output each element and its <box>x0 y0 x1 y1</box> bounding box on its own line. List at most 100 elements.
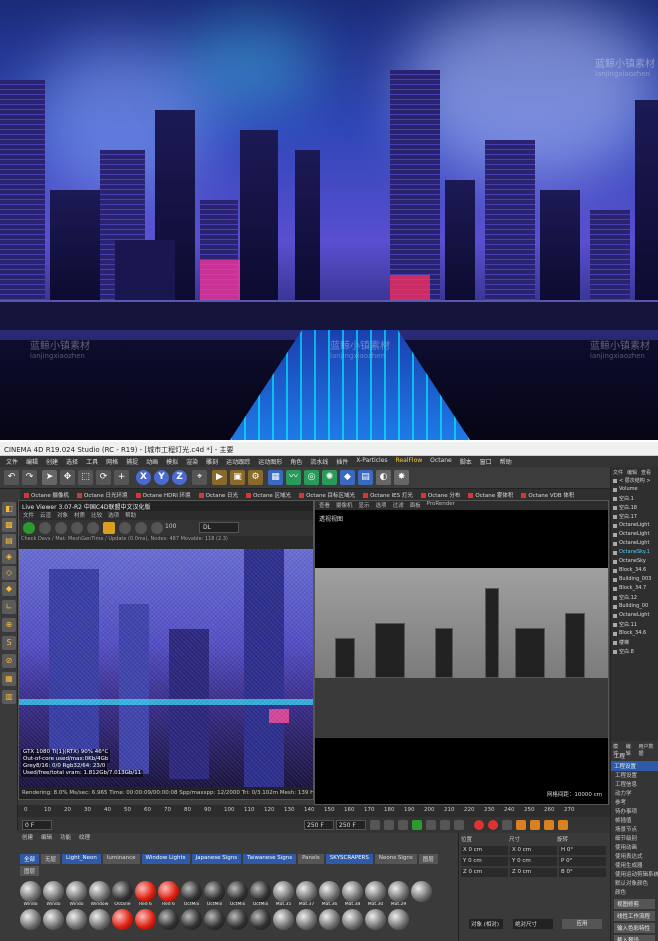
menu-item[interactable]: 运动跟踪 <box>222 456 254 467</box>
rotate-icon[interactable]: ⟳ <box>96 470 111 485</box>
material-swatch[interactable] <box>227 909 250 930</box>
project-setting-item[interactable]: 场景节点 <box>611 825 658 834</box>
max-frame-field[interactable]: 250 F <box>336 820 366 830</box>
material-swatch[interactable]: Windo <box>43 881 66 907</box>
project-setting-item[interactable]: 使用运动剪辑系统 <box>611 870 658 879</box>
grid-icon[interactable]: ▦ <box>2 672 16 686</box>
material-swatch[interactable] <box>158 909 181 930</box>
model-mode-icon[interactable]: ◧ <box>2 502 16 516</box>
refresh-icon[interactable] <box>39 522 51 534</box>
menu-item[interactable]: X-Particles <box>352 456 391 467</box>
object-list-item[interactable]: OctaneSky <box>611 558 658 567</box>
material-layer-tab[interactable]: 全部 <box>20 854 40 864</box>
menu-item[interactable]: 动画 <box>142 456 162 467</box>
menu-item[interactable]: 角色 <box>286 456 306 467</box>
undo-icon[interactable]: ↶ <box>4 470 19 485</box>
move-icon[interactable]: ✥ <box>60 470 75 485</box>
menu-item[interactable]: RealFlow <box>392 456 427 467</box>
scale-key-icon[interactable] <box>530 820 540 830</box>
material-swatch[interactable] <box>365 909 388 930</box>
object-list-item[interactable]: 空白.1 <box>611 495 658 504</box>
object-list-item[interactable]: OctaneSky.1 <box>611 549 658 558</box>
coordinate-field[interactable]: H 0° <box>559 846 606 855</box>
light-icon[interactable]: ✸ <box>394 470 409 485</box>
material-swatch[interactable]: OctMix <box>250 881 273 907</box>
coordinate-field[interactable]: Y 0 cm <box>461 857 508 866</box>
octane-tool-button[interactable]: Octane 雾体积 <box>466 489 515 500</box>
spline-icon[interactable]: 〰 <box>286 470 301 485</box>
material-menu-item[interactable]: 创建 <box>22 833 33 842</box>
texture-mode-icon[interactable]: ▩ <box>2 518 16 532</box>
prev-key-icon[interactable] <box>384 820 394 830</box>
project-setting-item[interactable]: 工程设置 <box>611 771 658 780</box>
octane-tool-button[interactable]: Octane 日光 <box>197 489 241 500</box>
snap-icon[interactable]: S <box>2 636 16 650</box>
material-swatch[interactable] <box>135 909 158 930</box>
live-viewer-menu-item[interactable]: 云渲 <box>40 511 51 520</box>
menu-item[interactable]: 编辑 <box>22 456 42 467</box>
render-start-icon[interactable] <box>23 522 35 534</box>
coordinate-field[interactable]: Z 0 cm <box>510 868 557 877</box>
material-swatch[interactable] <box>112 909 135 930</box>
object-list-item[interactable]: OctaneLight <box>611 522 658 531</box>
record-icon[interactable] <box>474 820 484 830</box>
project-button[interactable]: 视图修剪 <box>614 899 655 909</box>
object-list-item[interactable]: 空白.11 <box>611 621 658 630</box>
object-mode-select[interactable]: 对象 (相对) <box>469 919 503 929</box>
material-swatch[interactable] <box>273 909 296 930</box>
object-list-item[interactable]: 空白.17 <box>611 513 658 522</box>
material-layer-tab[interactable]: Panels <box>298 854 324 864</box>
viewport-menu-item[interactable]: 显示 <box>359 501 370 510</box>
param-key-icon[interactable] <box>558 820 568 830</box>
project-setting-item[interactable]: 颜色 <box>611 888 658 897</box>
apply-button[interactable]: 应用 <box>562 919 602 929</box>
project-setting-item[interactable]: 参考 <box>611 798 658 807</box>
material-layer-tab[interactable]: Japanese Signs <box>191 854 242 864</box>
coordinate-field[interactable]: X 0 cm <box>461 846 508 855</box>
material-swatch[interactable] <box>388 909 411 930</box>
goto-end-icon[interactable] <box>454 820 464 830</box>
material-swatch[interactable]: Windo <box>66 881 89 907</box>
cube-icon[interactable]: ▦ <box>268 470 283 485</box>
live-viewer-menu-item[interactable]: 文件 <box>23 511 34 520</box>
settings-icon[interactable] <box>71 522 83 534</box>
octane-tool-button[interactable]: Octane IES 灯光 <box>361 489 415 500</box>
material-swatch[interactable] <box>319 909 342 930</box>
material-swatch[interactable] <box>43 909 66 930</box>
material-layer-tab[interactable]: Window Lights <box>141 854 190 864</box>
goto-start-icon[interactable] <box>370 820 380 830</box>
y-axis-button[interactable]: Y <box>154 470 169 485</box>
menu-item[interactable]: 工具 <box>82 456 102 467</box>
menu-item[interactable]: 捕捉 <box>122 456 142 467</box>
render-settings-icon[interactable]: ⚙ <box>248 470 263 485</box>
nurbs-icon[interactable]: ◎ <box>304 470 319 485</box>
material-swatch[interactable]: Mat.35 <box>273 881 296 907</box>
project-button[interactable]: 输入色彩特性 <box>614 923 655 933</box>
size-mode-select[interactable]: 绝对尺寸 <box>513 919 553 929</box>
material-swatch[interactable]: Windo <box>20 881 43 907</box>
object-manager-menu-item[interactable]: 查看 <box>641 469 651 476</box>
viewport-menu-item[interactable]: 过滤 <box>393 501 404 510</box>
coordinate-field[interactable]: X 0 cm <box>510 846 557 855</box>
material-swatch[interactable] <box>181 909 204 930</box>
deformer-icon[interactable]: ◆ <box>340 470 355 485</box>
play-icon[interactable] <box>412 820 422 830</box>
viewport-menu-item[interactable]: 查看 <box>319 501 330 510</box>
menu-item[interactable]: 渲染 <box>182 456 202 467</box>
octane-tool-button[interactable]: Octane 摄像机 <box>22 489 71 500</box>
object-manager-menu-item[interactable]: 编辑 <box>627 469 637 476</box>
array-icon[interactable]: ✺ <box>322 470 337 485</box>
region-icon[interactable] <box>119 522 131 534</box>
pick-focus-icon[interactable] <box>135 522 147 534</box>
live-viewer-menu-item[interactable]: 选项 <box>108 511 119 520</box>
render-mode-select[interactable]: DL <box>199 522 239 533</box>
menu-item[interactable]: 插件 <box>332 456 352 467</box>
menu-item[interactable]: 选择 <box>62 456 82 467</box>
menu-item[interactable]: 脚本 <box>456 456 476 467</box>
menu-item[interactable]: 模拟 <box>162 456 182 467</box>
octane-tool-button[interactable]: Octane HDRI 环境 <box>134 489 193 500</box>
project-setting-item[interactable]: 工程信息 <box>611 780 658 789</box>
octane-tool-button[interactable]: Octane 分布 <box>419 489 463 500</box>
material-swatch[interactable]: OctMix <box>227 881 250 907</box>
object-list-item[interactable]: OctaneLight <box>611 540 658 549</box>
